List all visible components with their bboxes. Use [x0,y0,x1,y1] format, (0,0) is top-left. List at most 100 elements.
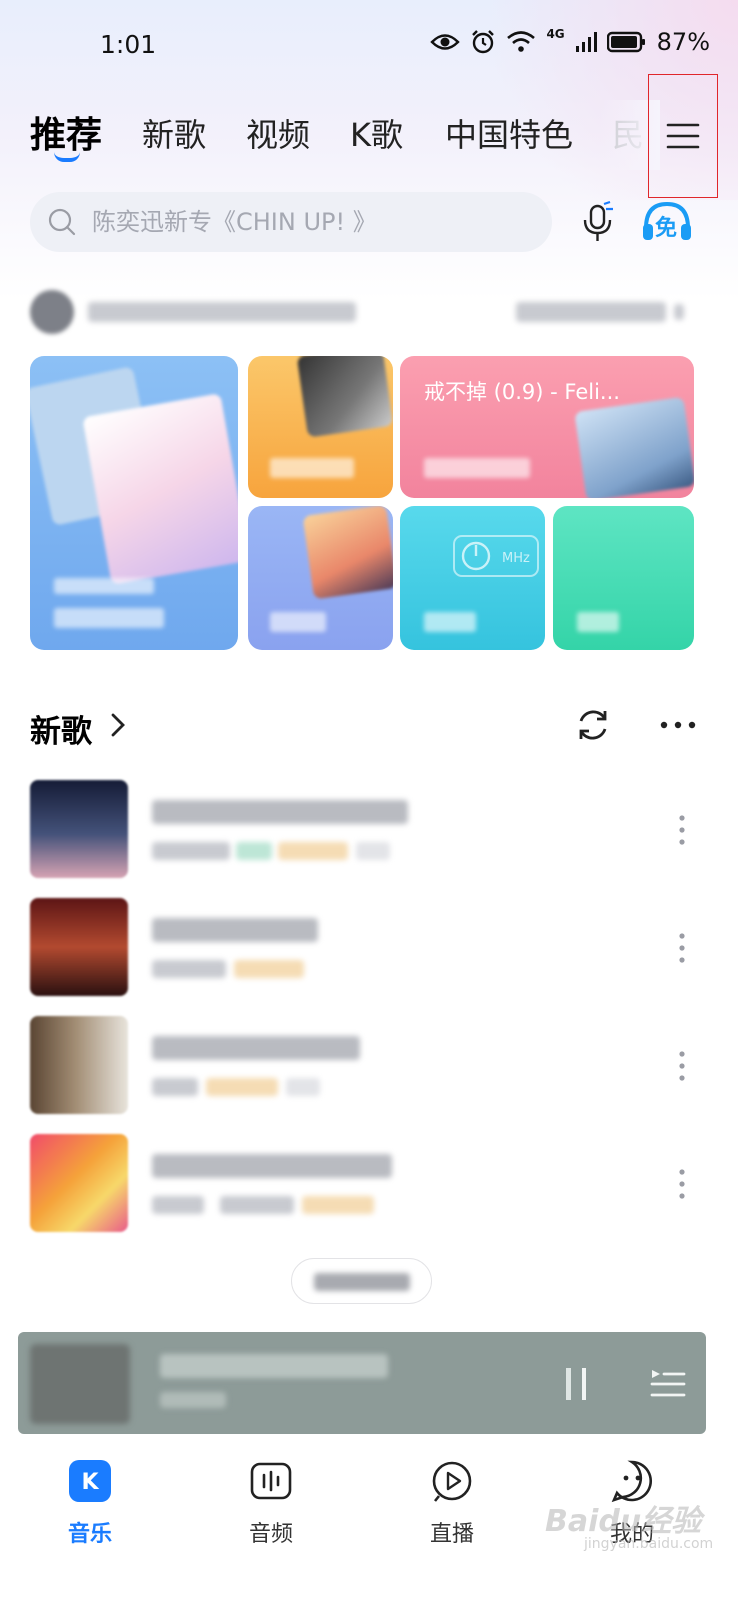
card-artwork [302,506,393,600]
blurred-song-meta [152,842,230,860]
blurred-load-more-label [314,1273,410,1291]
card-blurred-title [577,612,619,632]
nav-music[interactable]: K 音乐 [40,1458,140,1548]
tab-karaoke[interactable]: K歌 [350,110,403,156]
card-blurred-title [270,458,354,478]
hamburger-icon [666,123,700,149]
blurred-tag [236,842,272,860]
recommend-card-2[interactable] [248,356,393,498]
menu-button[interactable] [648,74,718,198]
card-artwork-anime [82,393,238,585]
playlist-icon[interactable] [650,1366,686,1400]
more-vertical-icon[interactable] [678,1050,686,1082]
pause-icon[interactable] [564,1364,590,1404]
song-cover [30,898,128,996]
player-cover [30,1344,130,1424]
card-blurred-title [54,608,164,628]
signal-icon [575,32,597,52]
blurred-player-title [160,1354,388,1378]
music-k-icon: K [69,1460,111,1502]
blurred-tag [286,1078,320,1096]
blurred-song-album [220,1196,294,1214]
song-row[interactable] [30,1134,698,1234]
recommend-card-6[interactable] [553,506,694,650]
blurred-song-meta [152,1196,204,1214]
load-more-button[interactable] [291,1258,432,1304]
tab-video[interactable]: 视频 [246,110,310,156]
nav-audio[interactable]: 音频 [221,1458,321,1548]
tab-chinese-special[interactable]: 中国特色 [445,110,573,156]
tab-new-songs[interactable]: 新歌 [142,110,206,156]
blurred-tag [206,1078,278,1096]
category-tabs: 推荐 新歌 视频 K歌 中国特色 民 [0,100,738,170]
user-recommend-row[interactable] [30,290,690,336]
active-tab-indicator [54,152,80,162]
search-input[interactable] [92,208,512,236]
blurred-song-title [152,800,408,824]
daily-recommend-card[interactable] [30,356,238,650]
blurred-username [88,302,356,322]
blurred-player-artist [160,1392,226,1408]
featured-song-card[interactable]: 戒不掉 (0.9) - Feli... [400,356,694,498]
avatar [30,290,74,334]
more-vertical-icon[interactable] [678,932,686,964]
card-blurred-title [424,612,476,632]
blurred-tag [356,842,390,860]
battery-percent: 87% [656,28,710,56]
song-row[interactable] [30,780,698,880]
battery-icon [606,31,645,53]
mini-player[interactable] [18,1332,706,1434]
tab-recommend[interactable]: 推荐 [30,106,102,158]
svg-text:MHz: MHz [502,551,530,566]
more-vertical-icon[interactable] [678,814,686,846]
blurred-song-title [152,1036,360,1060]
song-cover [30,780,128,878]
song-cover [30,1016,128,1114]
more-horizontal-icon[interactable] [660,720,696,730]
search-icon [48,208,76,236]
blurred-arrow [674,304,684,320]
radio-card[interactable]: MHz [400,506,545,650]
blurred-action [516,302,666,322]
svg-text:K: K [81,1470,99,1495]
watermark-url: jingyan.baidu.com [584,1536,714,1552]
nav-live-label: 直播 [429,1522,474,1547]
blurred-tag [302,1196,374,1214]
voice-search-icon[interactable] [580,200,616,244]
blurred-song-meta [152,960,226,978]
card-artwork [296,356,393,438]
search-bar[interactable] [30,192,552,252]
more-vertical-icon[interactable] [678,1168,686,1200]
alarm-icon [472,30,495,54]
song-row[interactable] [30,1016,698,1116]
live-play-icon [432,1461,472,1502]
nav-audio-label: 音频 [248,1522,293,1547]
free-badge-text: 免 [655,216,678,241]
radio-dial-icon: MHz [453,535,539,577]
blurred-song-title [152,918,318,942]
nav-music-label: 音乐 [67,1522,112,1547]
card-blurred-title [270,612,326,632]
audio-icon [250,1462,292,1500]
card-artwork [574,396,694,498]
new-songs-title[interactable]: 新歌 [30,706,92,751]
watermark: Baidu经验 [545,1504,702,1539]
card-blurred-title [424,458,530,478]
card-blurred-subtitle [54,578,154,594]
song-row[interactable] [30,898,698,998]
blurred-tag [234,960,304,978]
refresh-icon[interactable] [574,706,612,744]
status-bar: 1:01 4G 87% [0,0,738,90]
wifi-icon [507,31,536,52]
status-icons: 4G 87% [430,27,710,56]
chevron-right-icon[interactable] [107,710,129,740]
blurred-song-title [152,1154,392,1178]
blurred-tag [278,842,348,860]
blurred-song-meta [152,1078,198,1096]
nav-live[interactable]: 直播 [402,1458,502,1548]
eye-icon [430,34,461,50]
featured-song-title: 戒不掉 (0.9) - Feli... [424,380,620,404]
free-listen-button[interactable]: 免 [640,198,694,246]
song-cover [30,1134,128,1232]
recommend-card-4[interactable] [248,506,393,650]
